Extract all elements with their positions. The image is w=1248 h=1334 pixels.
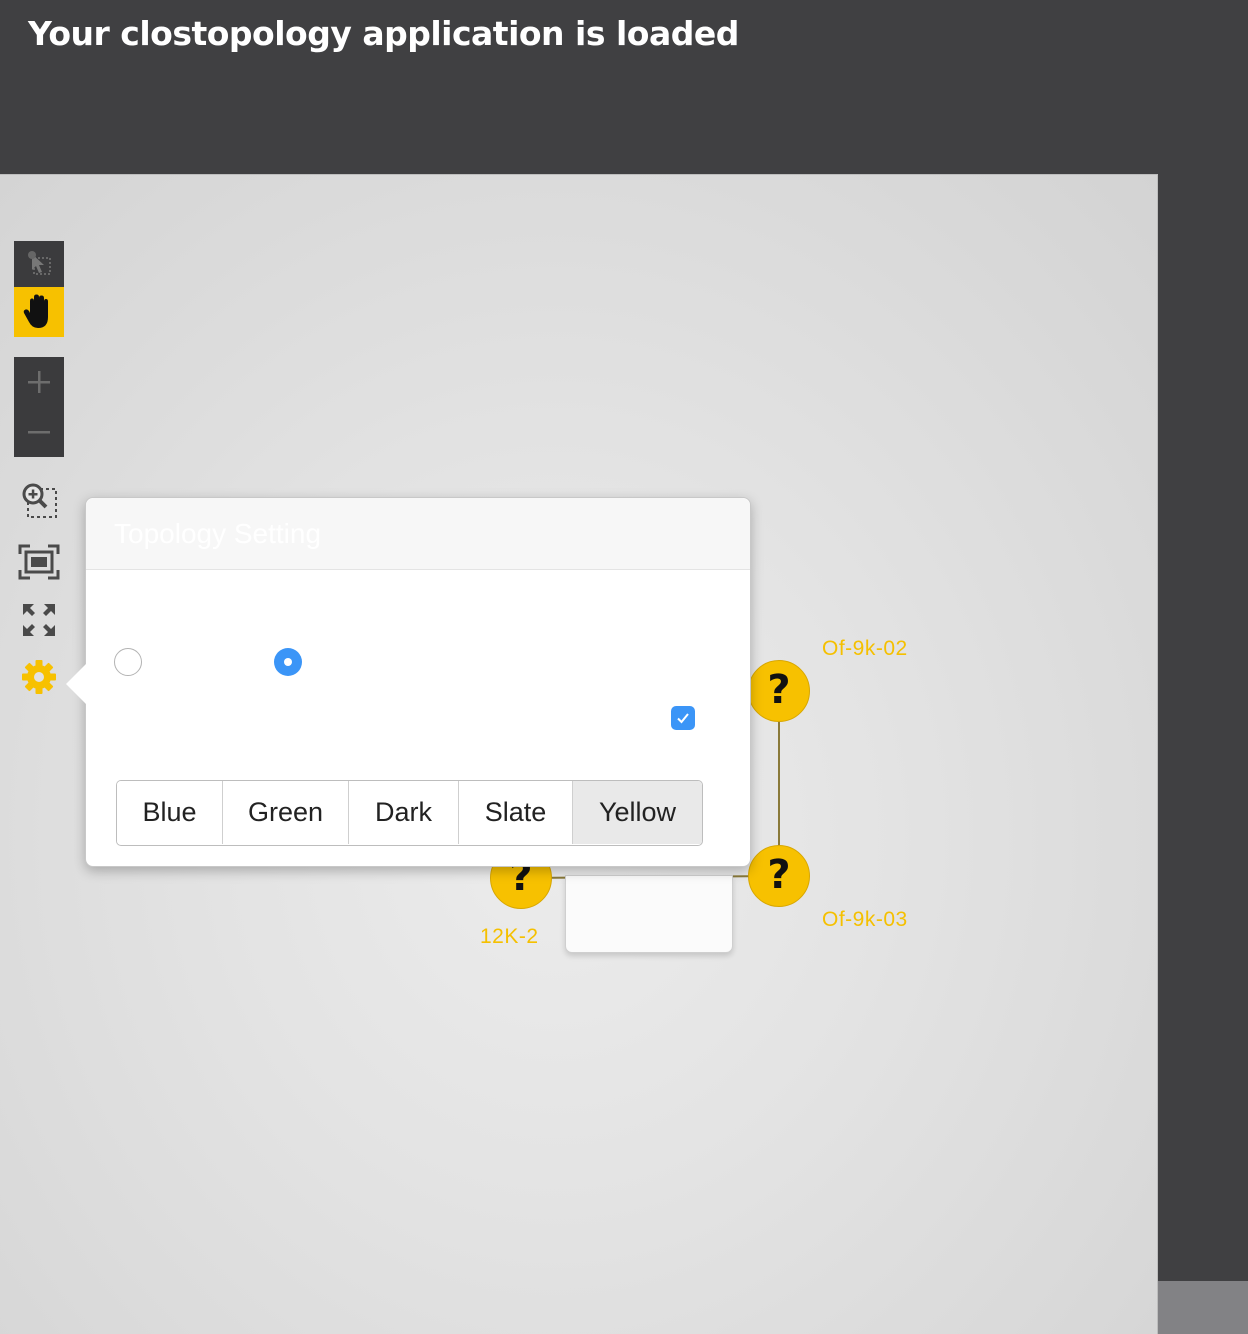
gear-icon (22, 660, 56, 694)
popover-header: Topology Setting (86, 498, 750, 570)
topology-setting-popover: Topology Setting Blue Green Dark Slate Y… (66, 497, 751, 867)
node-of-9k-02[interactable]: ? (748, 660, 810, 722)
settings-button[interactable] (14, 652, 64, 702)
page-title: Your clostopology application is loaded (28, 14, 739, 53)
fullscreen-button[interactable] (14, 595, 64, 645)
node-label-of-9k-02: Of-9k-02 (822, 637, 908, 660)
minus-icon (28, 431, 50, 434)
radio-option-2[interactable] (274, 648, 302, 676)
unknown-device-icon: ? (767, 667, 791, 713)
page-header: Your clostopology application is loaded (0, 0, 1248, 175)
bottom-strip (1158, 1281, 1248, 1334)
fit-stage-icon (18, 544, 60, 580)
select-pointer-icon (28, 251, 51, 275)
check-icon (677, 713, 689, 724)
topology-canvas[interactable]: Of-9k-02 ? ? Of-9k-03 ? 12K-2 Topology S… (0, 174, 1158, 1334)
popover-arrow (66, 664, 86, 704)
fullscreen-icon (23, 604, 55, 636)
popover-title: Topology Setting (114, 518, 322, 549)
zoom-select-icon (22, 483, 57, 518)
zoom-in-button[interactable] (14, 357, 64, 407)
settings-checkbox[interactable] (671, 706, 695, 730)
pan-mode-button[interactable] (14, 287, 64, 337)
theme-yellow-button[interactable]: Yellow (573, 781, 702, 844)
hidden-panel (565, 875, 733, 953)
select-mode-button[interactable] (14, 241, 64, 287)
node-label-of-9k-03: Of-9k-03 (822, 908, 908, 931)
zoom-out-button[interactable] (14, 407, 64, 457)
fit-stage-button[interactable] (14, 537, 64, 587)
theme-green-button[interactable]: Green (223, 781, 349, 844)
theme-blue-button[interactable]: Blue (117, 781, 223, 844)
hand-icon (23, 294, 48, 328)
theme-slate-button[interactable]: Slate (459, 781, 573, 844)
theme-dark-button[interactable]: Dark (349, 781, 459, 844)
plus-icon (28, 371, 50, 393)
zoom-by-selection-button[interactable] (14, 475, 64, 525)
node-of-9k-03[interactable]: ? (748, 845, 810, 907)
node-label-12k-2: 12K-2 (480, 925, 539, 948)
radio-option-1[interactable] (114, 648, 142, 676)
theme-button-group: Blue Green Dark Slate Yellow (116, 780, 703, 846)
unknown-device-icon: ? (767, 852, 791, 898)
